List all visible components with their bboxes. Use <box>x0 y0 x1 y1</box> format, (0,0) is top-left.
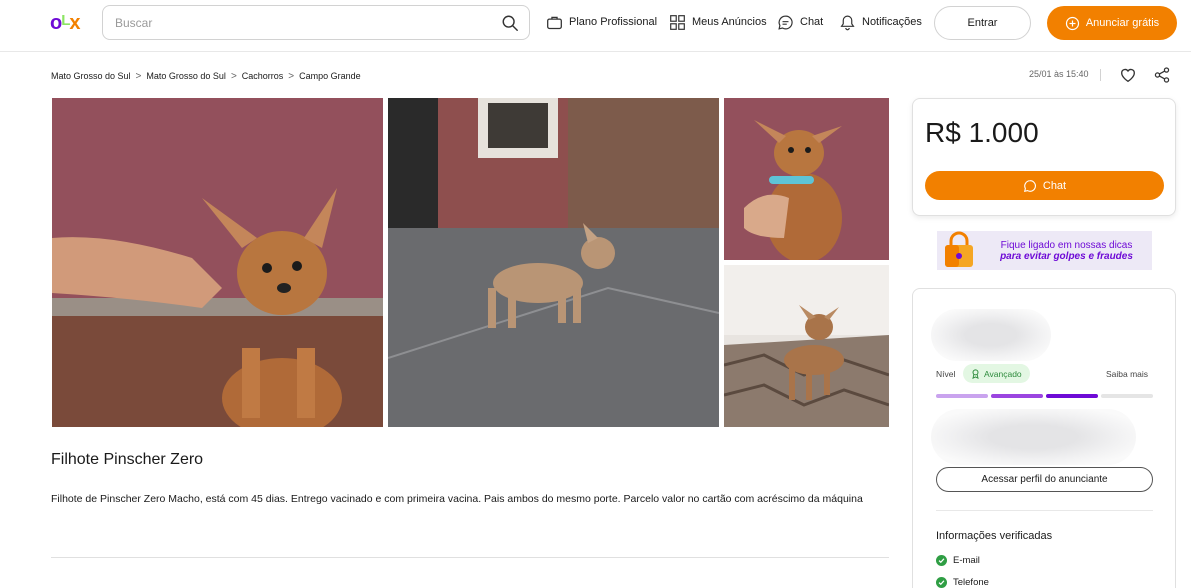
padlock-icon <box>945 231 973 267</box>
breadcrumb-item[interactable]: Mato Grosso do Sul <box>51 71 131 81</box>
dog-photo-image <box>388 98 719 427</box>
chevron-right-icon: > <box>135 70 142 82</box>
share-icon[interactable] <box>1153 66 1171 84</box>
search-box <box>102 5 530 40</box>
safety-tips-banner[interactable]: Fique ligado em nossas dicas para evitar… <box>937 231 1152 270</box>
bell-icon <box>840 15 855 30</box>
check-circle-icon <box>936 576 947 588</box>
briefcase-icon <box>547 16 562 29</box>
level-label: Nível <box>936 369 956 379</box>
chat-button[interactable]: Chat <box>925 171 1164 200</box>
nav-chat[interactable]: Chat <box>777 12 823 32</box>
verified-item-email: E-mail <box>936 553 980 567</box>
dog-photo-image <box>52 98 383 427</box>
safety-tips-text: Fique ligado em nossas dicas para evitar… <box>1000 239 1133 262</box>
level-progress-segment <box>1101 394 1153 398</box>
dog-photo-image <box>724 265 889 427</box>
top-header: oLx Plano Profissional Meus Anúncios Cha… <box>0 0 1191 52</box>
gallery-photo-main[interactable] <box>52 98 383 427</box>
seller-name-redacted <box>931 309 1051 361</box>
nav-meus-anuncios[interactable]: Meus Anúncios <box>669 12 767 32</box>
level-progress-segment <box>936 394 988 398</box>
anunciar-gratis-button[interactable]: Anunciar grátis <box>1047 6 1177 40</box>
check-circle-icon <box>936 554 947 566</box>
chevron-right-icon: > <box>288 70 295 82</box>
nav-plano-profissional[interactable]: Plano Profissional <box>546 12 657 32</box>
grid-icon <box>670 14 685 30</box>
verified-item-telefone: Telefone <box>936 575 989 588</box>
search-icon[interactable] <box>501 14 519 32</box>
listing-title: Filhote Pinscher Zero <box>51 451 204 468</box>
medal-icon <box>972 368 979 379</box>
section-divider <box>51 557 889 558</box>
gallery-photo-4[interactable] <box>724 265 889 427</box>
chat-bubble-icon <box>1023 179 1036 192</box>
chat-bubble-icon <box>778 15 793 30</box>
gallery-photo-3[interactable] <box>724 98 889 260</box>
published-date: 25/01 às 15:40 <box>1029 69 1089 79</box>
breadcrumb-item[interactable]: Campo Grande <box>299 71 361 81</box>
level-progress-segment <box>991 394 1043 398</box>
dog-photo-image <box>724 98 889 260</box>
saiba-mais-link[interactable]: Saiba mais <box>1106 369 1148 379</box>
entrar-button[interactable]: Entrar <box>934 6 1031 40</box>
nav-notificacoes[interactable]: Notificações <box>839 12 922 32</box>
plus-circle-icon <box>1065 16 1079 30</box>
breadcrumb: Mato Grosso do Sul > Mato Grosso do Sul … <box>51 69 361 83</box>
divider <box>1100 69 1101 81</box>
level-progress-segment <box>1046 394 1098 398</box>
seller-info-redacted <box>931 409 1136 465</box>
level-badge: Avançado <box>963 364 1030 383</box>
price-value: R$ 1.000 <box>925 117 1039 148</box>
search-input[interactable] <box>115 13 485 33</box>
acessar-perfil-button[interactable]: Acessar perfil do anunciante <box>936 467 1153 492</box>
gallery-photo-2[interactable] <box>388 98 719 427</box>
breadcrumb-item[interactable]: Cachorros <box>242 71 284 81</box>
heart-icon[interactable] <box>1119 66 1137 84</box>
olx-logo[interactable]: oLx <box>50 11 81 35</box>
divider <box>936 510 1153 511</box>
listing-description: Filhote de Pinscher Zero Macho, está com… <box>51 493 863 505</box>
price-card: R$ 1.000 Chat <box>912 98 1176 216</box>
seller-card: Nível Avançado Saiba mais Acessar perfil… <box>912 288 1176 588</box>
breadcrumb-item[interactable]: Mato Grosso do Sul <box>146 71 226 81</box>
verified-info-title: Informações verificadas <box>936 530 1053 542</box>
chevron-right-icon: > <box>230 70 237 82</box>
